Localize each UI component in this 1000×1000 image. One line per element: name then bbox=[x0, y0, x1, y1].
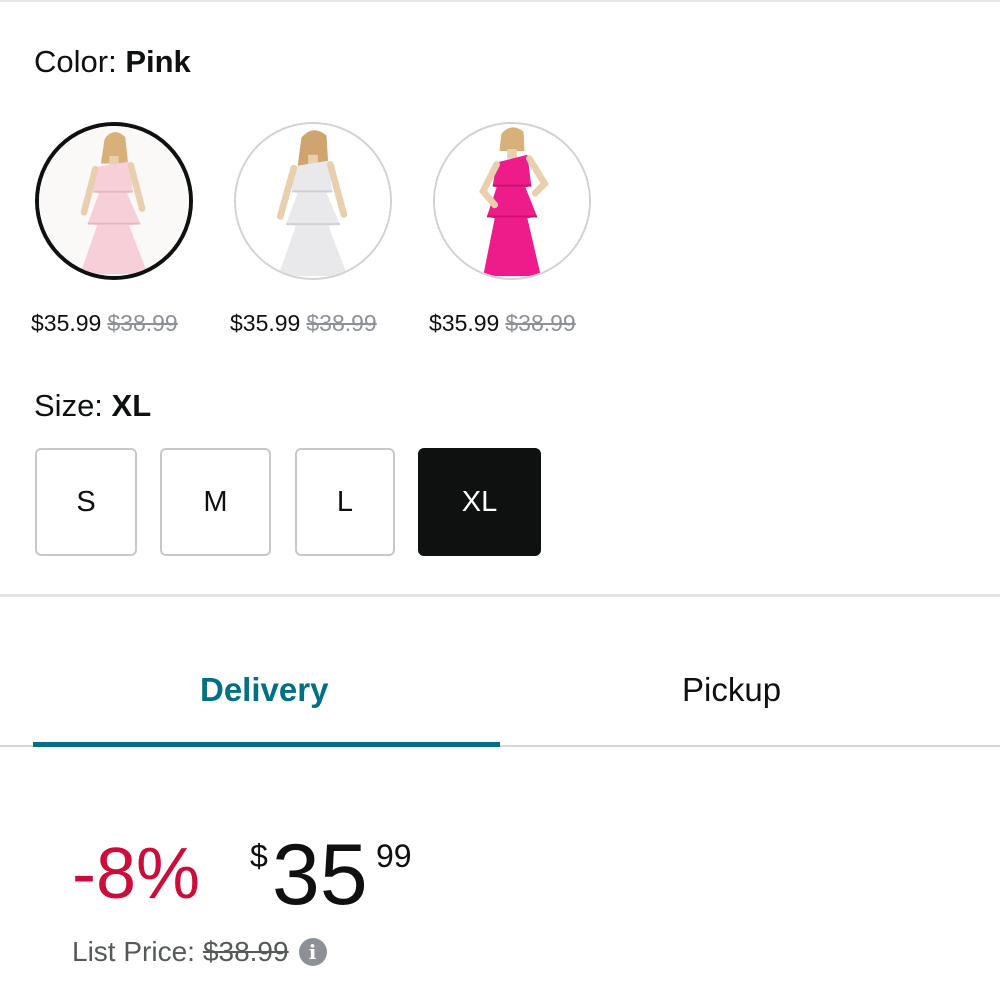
price-fraction: 99 bbox=[376, 838, 412, 874]
color-swatch-white[interactable]: $35.99 $38.99 bbox=[230, 122, 397, 337]
price-currency-symbol: $ bbox=[250, 838, 268, 874]
section-divider bbox=[0, 594, 1000, 597]
color-label-row: Color: Pink bbox=[34, 42, 191, 82]
size-button-xl[interactable]: XL bbox=[418, 448, 541, 556]
price-whole: 35 bbox=[272, 827, 368, 923]
dress-image bbox=[39, 126, 189, 276]
swatch-list-price: $38.99 bbox=[505, 310, 576, 336]
size-button-l[interactable]: L bbox=[295, 448, 395, 556]
color-swatch-hot-pink[interactable]: $35.99 $38.99 bbox=[429, 122, 596, 337]
swatch-list-price: $38.99 bbox=[306, 310, 377, 336]
list-price-value: $38.99 bbox=[202, 936, 289, 967]
tab-delivery[interactable]: Delivery bbox=[200, 668, 328, 712]
dress-image bbox=[435, 124, 589, 278]
size-button-m[interactable]: M bbox=[160, 448, 271, 556]
info-icon[interactable]: i bbox=[298, 938, 327, 966]
top-divider bbox=[0, 0, 1000, 2]
swatch-list-price: $38.99 bbox=[107, 310, 178, 336]
swatch-image bbox=[234, 122, 392, 280]
swatch-current-price: $35.99 bbox=[429, 310, 500, 336]
swatch-current-price: $35.99 bbox=[31, 310, 102, 336]
tab-pickup[interactable]: Pickup bbox=[682, 668, 781, 712]
size-button-s[interactable]: S bbox=[35, 448, 137, 556]
color-swatch-light-pink[interactable]: $35.99 $38.99 bbox=[31, 122, 198, 337]
list-price-label: List Price: bbox=[72, 936, 195, 967]
color-label: Color: bbox=[34, 44, 117, 79]
size-label: Size: bbox=[34, 388, 103, 423]
swatch-image bbox=[433, 122, 591, 280]
swatch-price: $35.99 $38.99 bbox=[230, 310, 377, 337]
color-swatch-list: $35.99 $38.99 $35.99 $38.99 $35.99 $38.9… bbox=[31, 122, 596, 337]
size-selected-value: XL bbox=[111, 388, 152, 423]
dress-image bbox=[236, 124, 390, 278]
swatch-price: $35.99 $38.99 bbox=[31, 310, 178, 337]
swatch-image bbox=[35, 122, 193, 280]
swatch-current-price: $35.99 bbox=[230, 310, 301, 336]
active-tab-indicator bbox=[33, 742, 500, 747]
size-label-row: Size: XL bbox=[34, 386, 151, 426]
list-price-row: List Price: $38.99 i bbox=[72, 934, 327, 970]
color-selected-value: Pink bbox=[125, 44, 191, 79]
discount-percentage: -8% bbox=[72, 834, 201, 914]
swatch-price: $35.99 $38.99 bbox=[429, 310, 576, 337]
